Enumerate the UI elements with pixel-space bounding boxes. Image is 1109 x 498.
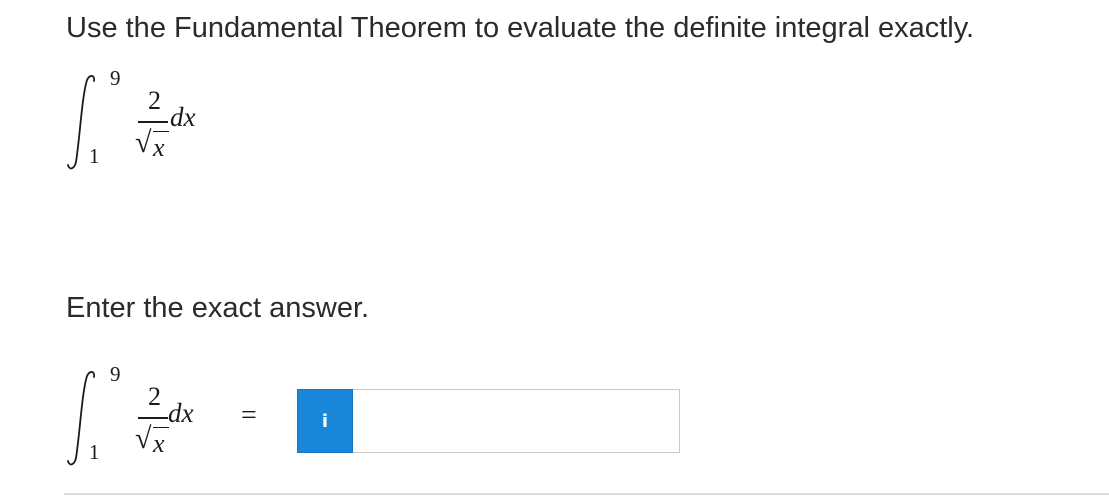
numerator: 2 bbox=[148, 382, 161, 411]
answer-integral-expression: 9 1 2 √ x dx = bbox=[66, 362, 286, 472]
radicand: x bbox=[153, 429, 165, 458]
upper-limit: 9 bbox=[110, 66, 121, 90]
answer-input[interactable] bbox=[353, 389, 680, 453]
radical-overbar bbox=[153, 131, 169, 133]
radicand: x bbox=[153, 133, 165, 162]
lower-limit: 1 bbox=[89, 440, 100, 464]
info-button[interactable]: i bbox=[297, 389, 353, 453]
lower-limit: 1 bbox=[89, 144, 100, 168]
upper-limit: 9 bbox=[110, 362, 121, 386]
question-text: Use the Fundamental Theorem to evaluate … bbox=[66, 12, 975, 44]
fraction-bar bbox=[138, 417, 168, 419]
info-icon: i bbox=[321, 410, 329, 432]
fraction-bar bbox=[138, 121, 168, 123]
radical-sign: √ bbox=[135, 422, 152, 455]
equals-sign: = bbox=[241, 400, 257, 431]
radical-sign: √ bbox=[135, 126, 152, 159]
integral-expression: 9 1 2 √ x dx bbox=[66, 66, 246, 176]
divider bbox=[64, 493, 1109, 495]
differential: dx bbox=[168, 398, 194, 428]
answer-prompt: Enter the exact answer. bbox=[66, 292, 370, 324]
numerator: 2 bbox=[148, 86, 161, 115]
differential: dx bbox=[170, 102, 196, 132]
radical-overbar bbox=[153, 427, 169, 429]
